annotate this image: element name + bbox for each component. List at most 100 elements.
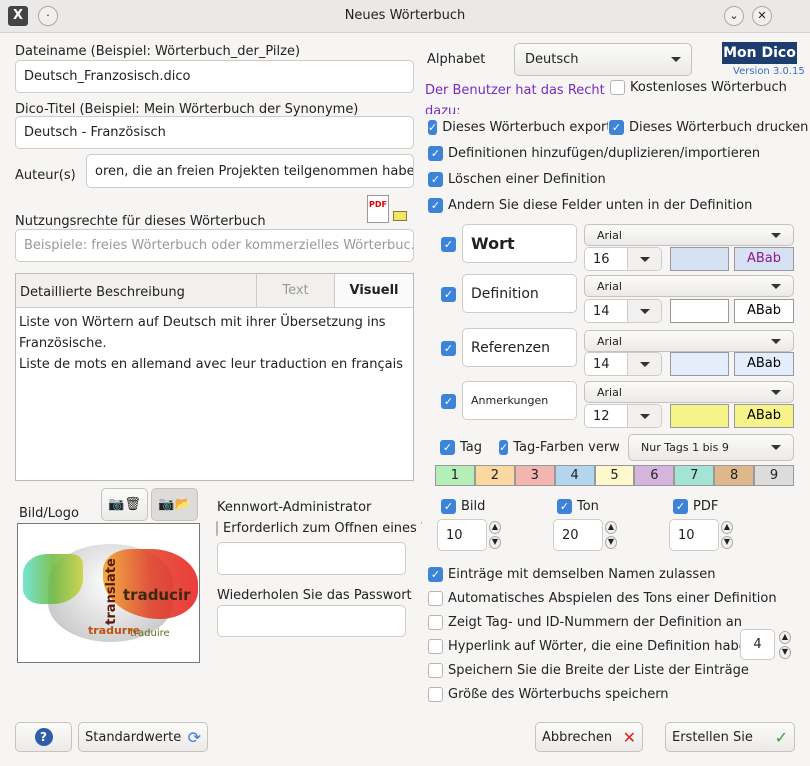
rights-input[interactable]: Beispiele: freies Wörterbuch oder kommer… <box>15 229 414 262</box>
down-icon[interactable]: ▼ <box>779 646 791 659</box>
size-select[interactable]: 14 <box>584 299 662 323</box>
font-select[interactable]: Arial <box>584 275 794 297</box>
tag-color-cell[interactable]: 2 <box>474 465 515 486</box>
password-input[interactable] <box>217 542 406 575</box>
media-spin-input[interactable]: 10 <box>437 519 487 551</box>
background-color-swatch[interactable] <box>670 352 729 376</box>
check-icon[interactable]: ✓ <box>441 499 456 514</box>
tag-color-cell[interactable]: 4 <box>554 465 595 486</box>
tag-color-cell[interactable]: 5 <box>594 465 635 486</box>
remove-image-button[interactable]: 📷🗑 <box>101 488 148 521</box>
field-label-box[interactable]: Definition <box>462 274 577 313</box>
size-select[interactable]: 16 <box>584 247 662 271</box>
field-checkbox[interactable]: ✓ <box>441 287 456 302</box>
field-label-box[interactable]: Wort <box>462 224 577 263</box>
permission-print[interactable]: ✓ Dieses Wörterbuch drucken <box>609 120 809 135</box>
option-checkbox[interactable]: Automatisches Abspielen des Tons einer D… <box>428 591 777 606</box>
field-checkbox[interactable]: ✓ <box>441 237 456 252</box>
media-spin-input[interactable]: 20 <box>553 519 603 551</box>
help-button[interactable]: ? <box>15 722 72 752</box>
text-style-sample[interactable]: ABab <box>734 352 794 376</box>
tag-color-cell[interactable]: 6 <box>634 465 675 486</box>
check-icon[interactable]: ✓ <box>673 499 688 514</box>
require-password-checkbox[interactable]: Erforderlich zum Öffnen eines W <box>216 521 422 536</box>
font-select[interactable]: Arial <box>584 381 794 403</box>
hyperlink-spin-arrows[interactable]: ▲ ▼ <box>779 631 791 659</box>
hyperlink-spin-input[interactable]: 4 <box>740 629 775 660</box>
text-style-sample[interactable]: ABab <box>734 404 794 428</box>
checkbox[interactable] <box>428 687 443 702</box>
background-color-swatch[interactable] <box>670 404 729 428</box>
check-icon[interactable]: ✓ <box>499 440 509 455</box>
media-spin-arrows[interactable]: ▲ ▼ <box>605 521 617 549</box>
text-style-sample[interactable]: ABab <box>734 299 794 323</box>
cancel-button[interactable]: Abbrechen ✕ <box>535 722 643 752</box>
tag-colors-checkbox[interactable]: ✓ Tag-Farben verwe <box>499 440 619 455</box>
tab-text[interactable]: Text <box>256 274 334 307</box>
field-checkbox[interactable]: ✓ <box>441 341 456 356</box>
check-icon[interactable]: ✓ <box>440 440 455 455</box>
checkbox[interactable] <box>216 521 218 536</box>
checkbox[interactable] <box>610 80 625 95</box>
check-icon[interactable]: ✓ <box>428 146 443 161</box>
filename-input[interactable]: Deutsch_Franzosisch.dico <box>15 60 414 93</box>
field-label-box[interactable]: Anmerkungen <box>462 381 577 420</box>
check-icon[interactable]: ✓ <box>428 198 443 213</box>
field-checkbox[interactable]: ✓ <box>441 394 456 409</box>
check-icon[interactable]: ✓ <box>428 120 438 135</box>
font-select[interactable]: Arial <box>584 224 794 246</box>
checkbox[interactable] <box>428 591 443 606</box>
option-checkbox[interactable]: Zeigt Tag- und ID-Nummern der Definition… <box>428 615 742 630</box>
media-checkbox[interactable]: ✓ Ton <box>557 499 599 514</box>
option-checkbox[interactable]: Hyperlink auf Wörter, die eine Definitio… <box>428 639 755 654</box>
permission-edit-fields[interactable]: ✓ Ändern Sie diese Felder unten in der De… <box>428 198 752 213</box>
permission-delete[interactable]: ✓ Löschen einer Definition <box>428 172 606 187</box>
check-icon[interactable]: ✓ <box>428 172 443 187</box>
create-button[interactable]: Erstellen Sie ✓ <box>665 722 795 752</box>
option-checkbox[interactable]: Speichern Sie die Breite der Liste der E… <box>428 663 749 678</box>
size-select[interactable]: 14 <box>584 352 662 376</box>
background-color-swatch[interactable] <box>670 299 729 323</box>
up-icon[interactable]: ▲ <box>779 631 791 644</box>
alphabet-select[interactable]: Deutsch <box>514 43 692 76</box>
media-checkbox[interactable]: ✓ Bild <box>441 499 485 514</box>
checkbox[interactable] <box>428 615 443 630</box>
permission-export[interactable]: ✓ Dieses Wörterbuch exportie <box>428 120 608 135</box>
tag-color-cell[interactable]: 1 <box>435 465 475 486</box>
checkbox[interactable] <box>428 663 443 678</box>
tag-color-cell[interactable]: 3 <box>514 465 555 486</box>
tag-color-cell[interactable]: 8 <box>714 465 755 486</box>
tag-checkbox[interactable]: ✓ Tag <box>440 440 482 455</box>
dico-title-input[interactable]: Deutsch - Französisch <box>15 116 414 149</box>
media-spin-arrows[interactable]: ▲ ▼ <box>489 521 501 549</box>
text-style-sample[interactable]: ABab <box>734 247 794 271</box>
check-icon[interactable]: ✓ <box>557 499 572 514</box>
free-dictionary-checkbox[interactable]: Kostenloses Wörterbuch <box>610 80 787 95</box>
load-image-button[interactable]: 📷📂 <box>151 488 198 521</box>
pdf-import-button[interactable]: PDF <box>363 193 411 227</box>
check-icon[interactable]: ✓ <box>609 120 624 135</box>
option-checkbox[interactable]: ✓ Einträge mit demselben Namen zulassen <box>428 567 715 582</box>
size-select[interactable]: 12 <box>584 404 662 428</box>
check-icon[interactable]: ✓ <box>428 567 443 582</box>
up-icon[interactable]: ▲ <box>489 521 501 534</box>
media-spin-arrows[interactable]: ▲ ▼ <box>721 521 733 549</box>
checkbox[interactable] <box>428 639 443 654</box>
font-select[interactable]: Arial <box>584 330 794 352</box>
tag-filter-select[interactable]: Nur Tags 1 bis 9 <box>628 434 794 461</box>
permission-add[interactable]: ✓ Definitionen hinzufügen/duplizieren/imp… <box>428 146 760 161</box>
repeat-password-input[interactable] <box>217 605 406 637</box>
minimize-button[interactable]: ⌄ <box>724 6 744 26</box>
tab-visual[interactable]: Visuell <box>334 274 413 307</box>
media-spin-input[interactable]: 10 <box>669 519 719 551</box>
defaults-button[interactable]: Standardwerte ⟳ <box>78 722 208 752</box>
option-checkbox[interactable]: Größe des Wörterbuchs speichern <box>428 687 669 702</box>
tag-color-cell[interactable]: 9 <box>754 465 795 486</box>
up-icon[interactable]: ▲ <box>721 521 733 534</box>
tag-color-cell[interactable]: 7 <box>674 465 715 486</box>
down-icon[interactable]: ▼ <box>721 536 733 549</box>
description-editor[interactable]: Liste von Wörtern auf Deutsch mit ihrer … <box>16 308 413 379</box>
author-input[interactable]: oren, die an freien Projekten teilgenomm… <box>86 154 414 188</box>
field-label-box[interactable]: Referenzen <box>462 328 577 367</box>
down-icon[interactable]: ▼ <box>605 536 617 549</box>
